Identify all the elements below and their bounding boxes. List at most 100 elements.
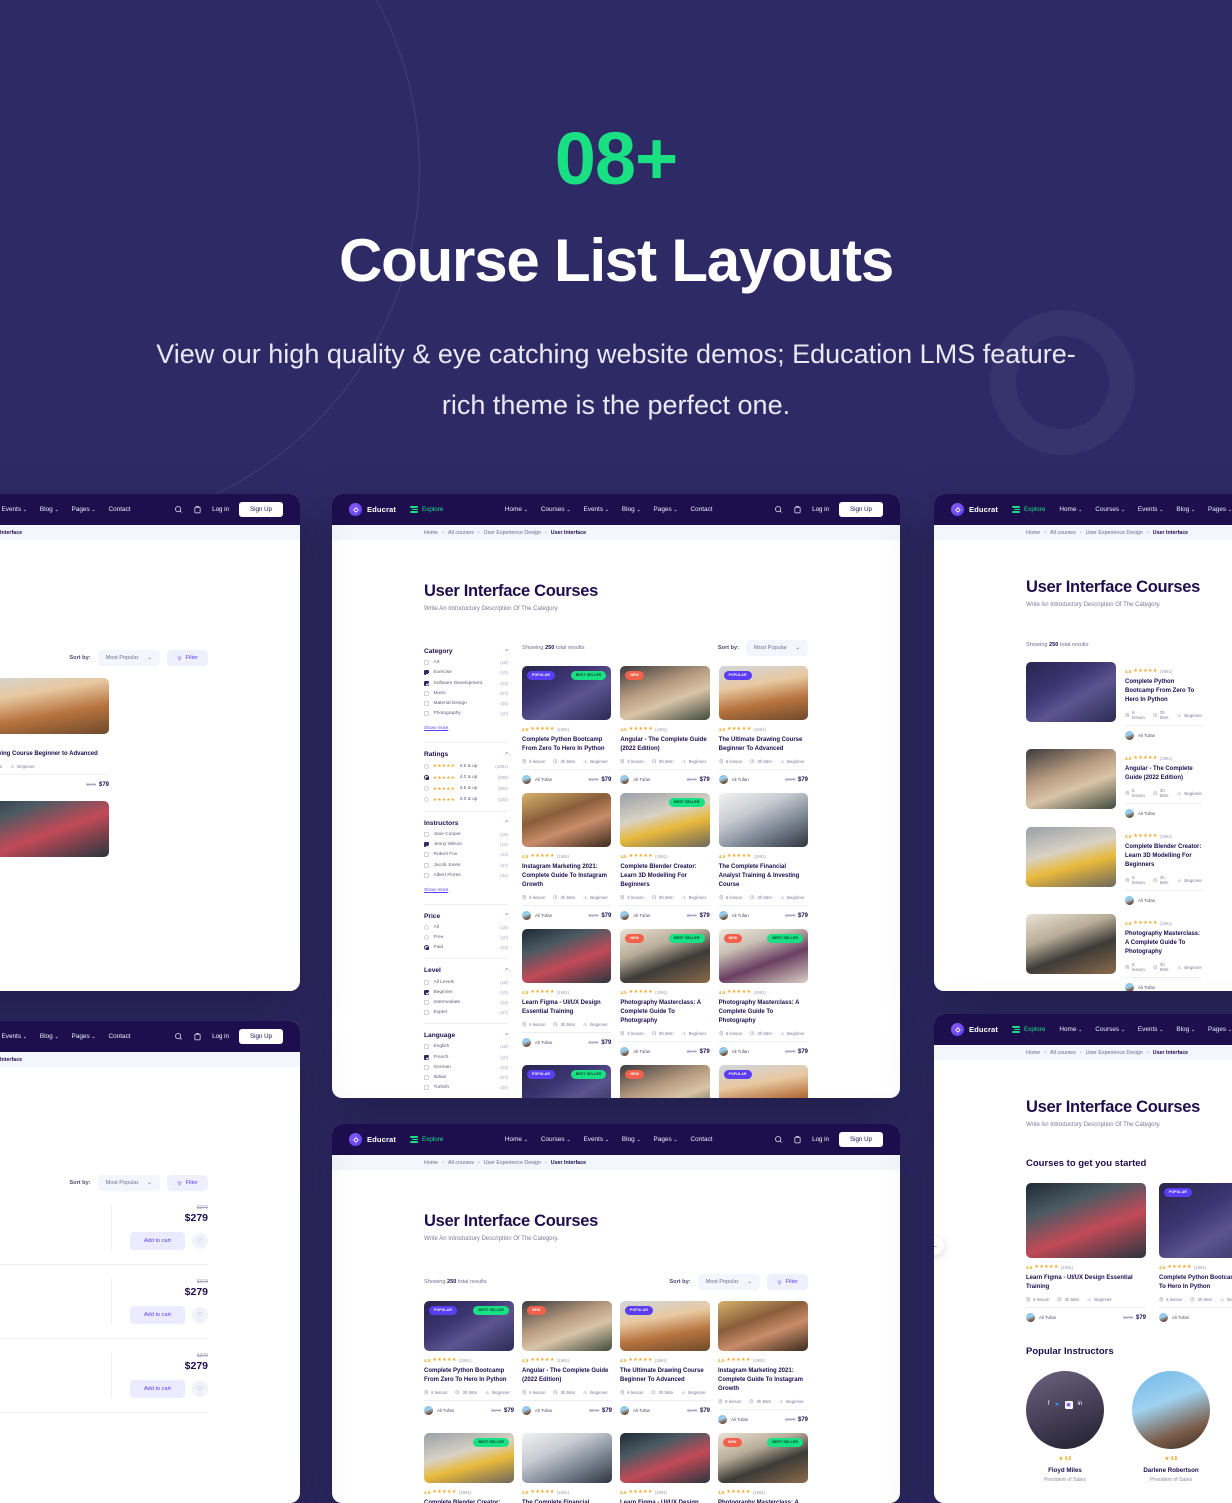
course-thumbnail[interactable]: BEST SELLER bbox=[620, 793, 710, 847]
filter-header[interactable]: Price ^ bbox=[424, 913, 508, 920]
course-thumbnail[interactable] bbox=[1026, 827, 1116, 887]
nav-item-contact[interactable]: Contact bbox=[691, 506, 713, 513]
filter-row[interactable]: ★★★★★ 3.5 & up (300) bbox=[424, 786, 508, 792]
cart-row[interactable]: n easily publish and edit$379$279Add to … bbox=[0, 1339, 208, 1413]
breadcrumb-item[interactable]: Home bbox=[424, 1160, 438, 1166]
filter-row[interactable]: Music (67) bbox=[424, 690, 508, 696]
filter-row[interactable]: Paid (23) bbox=[424, 945, 508, 951]
nav-item-blog[interactable]: Blog ⌄ bbox=[1176, 1026, 1195, 1033]
nav-item-pages[interactable]: Pages ⌄ bbox=[654, 506, 678, 513]
filter-row[interactable]: Albert Flores (34) bbox=[424, 872, 508, 878]
signup-button[interactable]: Sign Up bbox=[838, 502, 883, 517]
login-link[interactable]: Log in bbox=[212, 506, 229, 513]
course-title[interactable]: Photography Masterclass: A Complete Guid… bbox=[719, 999, 808, 1026]
course-title[interactable]: Angular - The Complete Guide (2022 Editi… bbox=[1125, 765, 1202, 783]
show-more-link[interactable]: Show more bbox=[424, 726, 448, 731]
breadcrumb-item[interactable]: All courses bbox=[448, 1160, 474, 1166]
filter-row[interactable]: All Levels (18) bbox=[424, 979, 508, 985]
filter-row[interactable]: Intermediate (23) bbox=[424, 999, 508, 1005]
filter-row[interactable]: Turkish (34) bbox=[424, 1085, 508, 1091]
radio-option[interactable] bbox=[424, 925, 429, 930]
checkbox-option[interactable] bbox=[424, 1054, 429, 1060]
explore-button[interactable]: Explore bbox=[1011, 1026, 1045, 1033]
course-card[interactable]: NEW4.5★★★★★(1991)Angular - The Complete … bbox=[522, 1301, 612, 1424]
cart-row[interactable]: n easily publish and edit$379$279Add to … bbox=[0, 1191, 208, 1265]
filter-row[interactable]: English (18) bbox=[424, 1044, 508, 1050]
course-title[interactable]: The Ultimate Drawing Course Beginner To … bbox=[719, 736, 808, 754]
checkbox-option[interactable] bbox=[424, 979, 429, 985]
course-card[interactable]: POPULARBEST SELLER4.5★★★★★(1991)Complete… bbox=[522, 666, 612, 784]
breadcrumb-item[interactable]: All courses bbox=[448, 530, 474, 536]
filter-row[interactable]: ★★★★★ 4.5 & up (1991) bbox=[424, 763, 508, 769]
course-thumbnail[interactable] bbox=[718, 793, 808, 847]
brand-logo-group[interactable]: Educrat bbox=[951, 1023, 998, 1036]
filter-row[interactable]: Italian (67) bbox=[424, 1074, 508, 1080]
filter-row[interactable]: Beginner (10) bbox=[424, 989, 508, 995]
course-list-row[interactable]: 4.5 ★★★★★ (1991) Angular - The Complete Gui… bbox=[1026, 749, 1202, 818]
course-title[interactable]: Complete Python Bootcamp From Zero To He… bbox=[1159, 1274, 1232, 1292]
course-thumbnail[interactable]: NEW bbox=[620, 666, 710, 720]
chevron-up-icon[interactable]: ^ bbox=[505, 820, 508, 826]
course-thumbnail[interactable] bbox=[0, 801, 109, 857]
course-card[interactable]: NEW4.5★★★★★(1991)Angular - The Complete … bbox=[620, 1065, 710, 1098]
radio-option[interactable] bbox=[424, 763, 429, 769]
search-icon[interactable] bbox=[774, 1135, 783, 1144]
carousel-prev-button[interactable]: ← bbox=[934, 1236, 944, 1255]
filter-row[interactable]: Jenny Wilson (10) bbox=[424, 842, 508, 848]
checkbox-option[interactable] bbox=[424, 989, 429, 995]
checkbox-option[interactable] bbox=[424, 700, 429, 706]
nav-item-courses[interactable]: Courses ⌄ bbox=[541, 506, 571, 513]
nav-item-pages[interactable]: Pages ⌄ bbox=[72, 1033, 96, 1040]
breadcrumb-item[interactable]: All courses bbox=[1050, 530, 1076, 536]
search-icon[interactable] bbox=[774, 505, 783, 514]
demo-card-carousel-instructors[interactable]: Educrat Explore Home ⌄ Courses ⌄ Events ⌄ Blog ⌄ P… bbox=[934, 1014, 1232, 1503]
demo-card-left-cart[interactable]: EducratExploreHome⌄Courses⌄Events⌄Blog⌄P… bbox=[0, 1021, 300, 1503]
login-link[interactable]: Log in bbox=[812, 1136, 829, 1143]
course-title[interactable]: The Ultimate Drawing Course Beginner to … bbox=[0, 750, 109, 759]
course-thumbnail[interactable]: POPULAR bbox=[718, 666, 808, 720]
instagram-icon[interactable]: ▣ bbox=[1064, 1400, 1073, 1409]
course-card[interactable]: 4.5★★★★★(1991) The Complete Financial Ana… bbox=[522, 1433, 612, 1503]
search-icon[interactable] bbox=[174, 1032, 183, 1041]
course-title[interactable]: Complete Python Bootcamp From Zero To He… bbox=[522, 736, 611, 754]
course-card[interactable]: BEST SELLER 4.5 ★★★★★ (1991) Complete Blende… bbox=[620, 793, 710, 920]
course-title[interactable]: Photography Masterclass: A Complete Guid… bbox=[1125, 930, 1202, 957]
course-card[interactable]: NEW BEST SELLER 4.5 ★★★★★ (1991) Photography … bbox=[718, 929, 808, 1056]
course-thumbnail[interactable]: NEW BEST SELLER bbox=[620, 929, 710, 983]
nav-item-events[interactable]: Events ⌄ bbox=[583, 506, 608, 513]
filter-row[interactable]: Software Development (23) bbox=[424, 680, 508, 686]
filter-button[interactable]: Filter bbox=[166, 650, 208, 666]
course-thumbnail[interactable]: POPULAR BEST SELLER bbox=[424, 1301, 514, 1351]
nav-item-contact[interactable]: Contact bbox=[109, 506, 131, 513]
course-card[interactable]: POPULAR 4.5 ★★★★★ (1991) Complete Python Boo… bbox=[1159, 1183, 1232, 1322]
chevron-up-icon[interactable]: ^ bbox=[505, 649, 508, 655]
course-thumbnail[interactable] bbox=[1026, 662, 1116, 722]
nav-item-blog[interactable]: Blog ⌄ bbox=[40, 1033, 59, 1040]
wishlist-heart-icon[interactable]: ♡ bbox=[192, 1381, 208, 1397]
add-to-cart-button[interactable]: Add to cart bbox=[129, 1380, 185, 1398]
show-more-link[interactable]: Show more bbox=[424, 888, 448, 893]
course-list-row[interactable]: 4.5 ★★★★★ (1991) Photography Masterclass: A… bbox=[1026, 914, 1202, 991]
checkbox-option[interactable] bbox=[424, 670, 429, 676]
course-thumbnail[interactable] bbox=[718, 1301, 808, 1351]
filter-row[interactable]: German (23) bbox=[424, 1064, 508, 1070]
checkbox-option[interactable] bbox=[424, 1064, 429, 1070]
nav-item-blog[interactable]: Blog ⌄ bbox=[622, 1136, 641, 1143]
course-title[interactable]: Photography Masterclass: A Complete Guid… bbox=[718, 1499, 808, 1503]
course-thumbnail[interactable] bbox=[1026, 914, 1116, 974]
course-title[interactable]: Complete Python Bootcamp From Zero To He… bbox=[1125, 678, 1202, 705]
course-thumbnail[interactable] bbox=[1026, 749, 1116, 809]
nav-item-blog[interactable]: Blog ⌄ bbox=[622, 506, 641, 513]
filter-header[interactable]: Level ^ bbox=[424, 967, 508, 974]
nav-item-events[interactable]: Events ⌄ bbox=[1, 506, 26, 513]
course-thumbnail[interactable]: NEW bbox=[522, 1301, 612, 1351]
course-card[interactable]: POPULARBEST SELLER4.5★★★★★(1991)Complete… bbox=[522, 1065, 612, 1098]
course-card[interactable]: 4.5 ★★★★★ (1991) Instagram Marketing 2021: … bbox=[522, 793, 612, 920]
brand-logo-group[interactable]: Educrat bbox=[951, 503, 998, 516]
course-card[interactable]: POPULAR4.5★★★★★(1991)The Ultimate Drawin… bbox=[718, 1065, 808, 1098]
course-list-row[interactable]: 4.5 ★★★★★ (1991) Complete Blender Creator: … bbox=[1026, 827, 1202, 905]
chevron-up-icon[interactable]: ^ bbox=[505, 752, 508, 758]
checkbox-option[interactable] bbox=[424, 842, 429, 848]
sort-select[interactable]: Most Popular ⌄ bbox=[746, 640, 808, 656]
demo-card-left-grid[interactable]: EducratExploreHome⌄Courses⌄Events⌄Blog⌄P… bbox=[0, 494, 300, 991]
